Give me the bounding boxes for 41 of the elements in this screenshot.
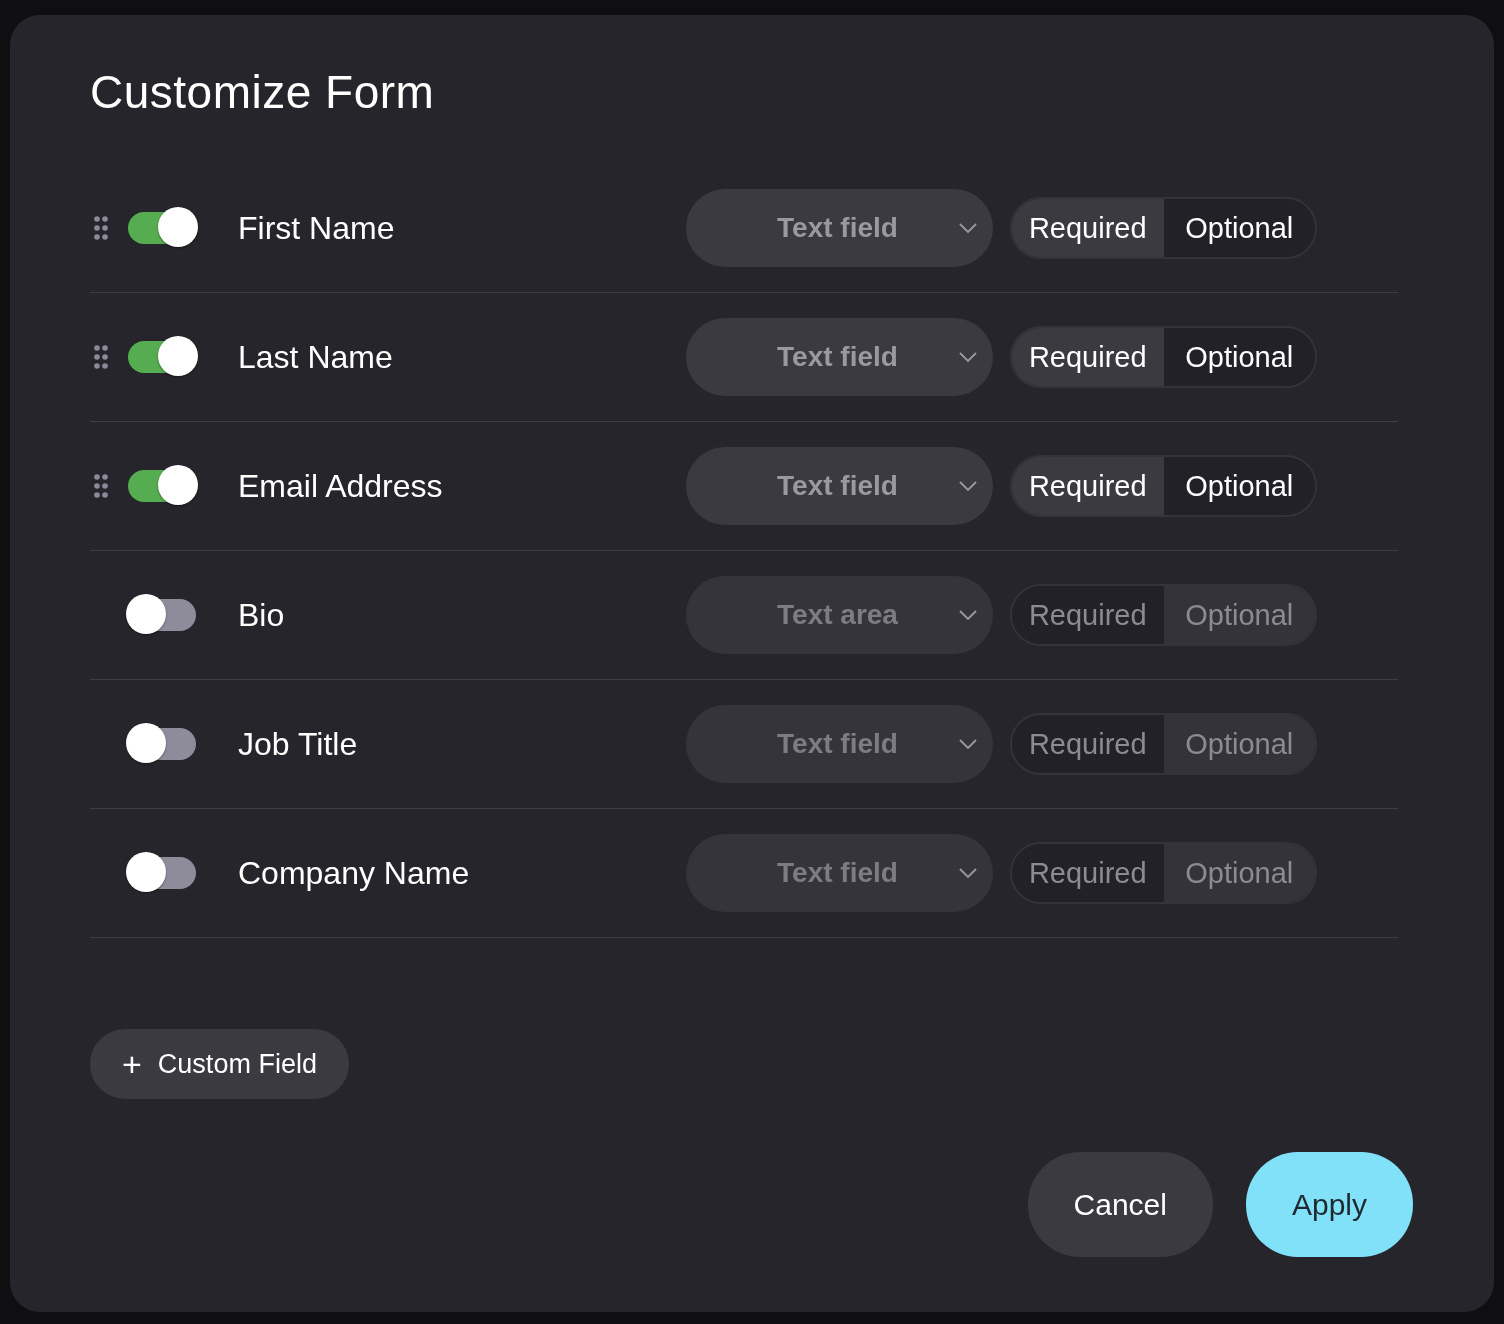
required-toggle-option[interactable]: Required (1012, 844, 1164, 902)
required-toggle-option[interactable]: Required (1012, 457, 1164, 515)
field-label: Email Address (238, 467, 444, 505)
drag-handle-icon[interactable] (94, 474, 108, 498)
required-toggle-option[interactable]: Optional (1163, 715, 1315, 773)
chevron-down-icon (959, 481, 977, 491)
field-type-dropdown[interactable]: Text field (686, 318, 993, 396)
required-toggle-option[interactable]: Required (1012, 715, 1164, 773)
required-toggle-option[interactable]: Required (1012, 328, 1164, 386)
chevron-down-icon (959, 610, 977, 620)
toggle-switch[interactable] (126, 336, 200, 378)
required-toggle-option[interactable]: Optional (1163, 199, 1315, 257)
dialog-title: Customize Form (90, 65, 436, 120)
field-type-dropdown[interactable]: Text field (686, 705, 993, 783)
required-toggle-option[interactable]: Optional (1163, 844, 1315, 902)
required-toggle-option[interactable]: Required (1012, 586, 1164, 644)
field-label: First Name (238, 209, 396, 247)
field-type-dropdown[interactable]: Text field (686, 834, 993, 912)
plus-icon: + (122, 1047, 142, 1081)
field-type-dropdown[interactable]: Text area (686, 576, 993, 654)
toggle-switch[interactable] (126, 465, 200, 507)
required-toggle-option[interactable]: Optional (1163, 328, 1315, 386)
toggle-switch[interactable] (126, 207, 200, 249)
chevron-down-icon (959, 223, 977, 233)
field-type-dropdown[interactable]: Text field (686, 447, 993, 525)
required-toggle-option[interactable]: Optional (1163, 586, 1315, 644)
drag-handle-icon[interactable] (94, 216, 108, 240)
chevron-down-icon (959, 739, 977, 749)
field-type-dropdown[interactable]: Text field (686, 189, 993, 267)
required-toggle-option[interactable]: Required (1012, 199, 1164, 257)
drag-handle-icon[interactable] (94, 345, 108, 369)
chevron-down-icon (959, 352, 977, 362)
chevron-down-icon (959, 868, 977, 878)
field-label: Job Title (238, 725, 359, 763)
field-label: Company Name (238, 854, 471, 892)
add-custom-field-button[interactable]: + Custom Field (90, 1029, 349, 1099)
cancel-button[interactable]: Cancel (1027, 1152, 1213, 1257)
apply-button[interactable]: Apply (1245, 1152, 1413, 1257)
required-toggle-option[interactable]: Optional (1163, 457, 1315, 515)
field-label: Last Name (238, 338, 394, 376)
field-label: Bio (238, 596, 286, 634)
